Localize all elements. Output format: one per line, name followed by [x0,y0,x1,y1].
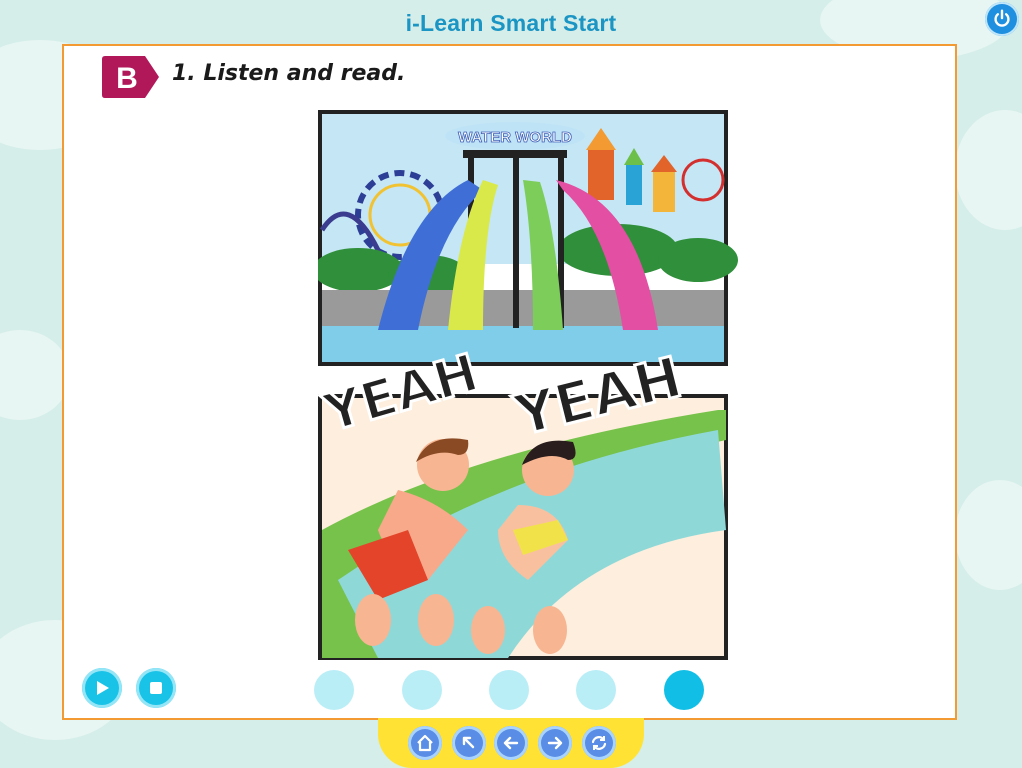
previous-button[interactable] [494,726,528,760]
bg-cloud [955,480,1022,590]
page-dot-2[interactable] [402,670,442,710]
bottom-nav-bar [378,718,644,768]
page-dot-5[interactable] [664,670,704,710]
bg-cloud [0,330,70,420]
back-arrow-icon [462,736,475,749]
instruction-text: 1. Listen and read. [172,61,406,86]
previous-icon [503,736,519,750]
stop-button[interactable] [136,668,176,708]
next-icon [547,736,563,750]
refresh-icon [591,736,607,750]
bg-cloud [955,110,1022,230]
power-button[interactable] [985,2,1019,36]
page-dot-4[interactable] [576,670,616,710]
play-icon [97,681,109,695]
section-badge: B [102,56,159,98]
power-icon [994,9,1010,27]
home-button[interactable] [408,726,442,760]
next-button[interactable] [538,726,572,760]
app-title: i-Learn Smart Start [405,10,617,36]
stop-icon [150,682,162,694]
home-icon [417,734,433,752]
back-to-menu-button[interactable] [452,726,486,760]
section-letter: B [116,62,138,95]
water-world-sign: WATER WORLD [458,129,572,146]
refresh-button[interactable] [582,726,616,760]
play-button[interactable] [82,668,122,708]
page-dot-1[interactable] [314,670,354,710]
waterpark-illustration: WATER WORLD YEAH YEAH [318,110,738,660]
lesson-frame: B 1. Listen and read. WATER WORLD YEAH Y… [62,44,957,720]
page-dot-3[interactable] [489,670,529,710]
